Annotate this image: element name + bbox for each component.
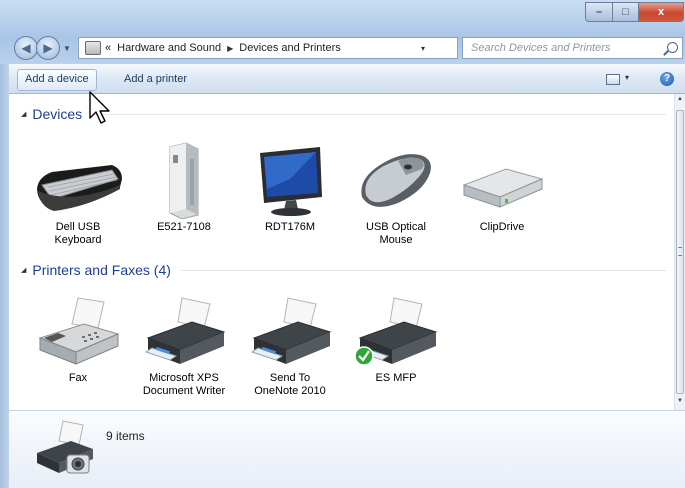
minimize-button[interactable]: – [585,2,613,22]
tower-pc-icon [169,142,199,219]
device-label: E521-7108 [157,221,211,233]
device-tile-monitor[interactable]: RDT176M [244,139,336,234]
keyboard-icon [37,165,122,211]
device-label: USB Optical Mouse [366,221,426,246]
search-icon[interactable] [667,42,678,53]
printer-label: Fax [68,372,88,384]
forward-button[interactable]: ▶ [36,36,60,60]
printer-label: Send To OneNote 2010 [254,372,326,397]
vertical-scrollbar[interactable]: ▲ ▼ [674,94,685,410]
details-pane: 9 items [9,410,685,488]
scroll-up-arrow-icon[interactable]: ▲ [676,96,684,106]
breadcrumb-separator-icon[interactable]: ▶ [227,44,233,53]
collapse-triangle-icon[interactable]: ◢ [21,110,26,118]
change-view-icon[interactable] [606,74,620,85]
group-title-printers: Printers and Faxes (4) [32,262,171,278]
device-tile-clipdrive[interactable]: ClipDrive [456,139,548,234]
default-check-icon [354,346,374,366]
search-placeholder[interactable]: Search Devices and Printers [463,42,610,54]
group-header-printers[interactable]: ◢ Printers and Faxes (4) [9,260,666,280]
group-title-devices: Devices [32,106,83,122]
printer-label: Microsoft XPS Document Writer [142,372,226,397]
monitor-icon [260,147,322,216]
printer-tile-xps[interactable]: Microsoft XPS Document Writer [138,294,230,398]
printer-tile-default[interactable]: ES MFP [350,294,442,385]
devices-and-printers-icon [37,420,93,474]
recent-pages-dropdown[interactable]: ▼ [63,44,71,53]
device-label: RDT176M [264,221,316,233]
group-divider [180,269,666,271]
device-tile-mouse[interactable]: USB Optical Mouse [350,139,442,247]
device-tile-keyboard[interactable]: Dell USB Keyboard [32,139,124,247]
view-dropdown-icon[interactable]: ▾ [625,73,629,82]
control-panel-icon [85,41,101,55]
redaction-block [353,388,447,404]
address-dropdown-icon[interactable]: ▾ [421,44,425,53]
address-chevron[interactable]: « [105,42,111,54]
printer-tile-onenote[interactable]: Send To OneNote 2010 [244,294,336,398]
breadcrumb-devices-and-printers[interactable]: Devices and Printers [239,42,341,54]
window-frame-left [0,64,9,488]
devices-list-view: ◢ Devices Dell USB Keyboard E521-7108 RD… [9,94,674,410]
printer-icon [144,297,226,364]
mouse-icon [361,154,431,207]
help-button[interactable]: ? [660,72,674,86]
address-bar[interactable]: « Hardware and Sound ▶ Devices and Print… [78,37,529,59]
back-button[interactable]: ◀ [14,36,38,60]
close-button[interactable]: x [639,2,684,22]
scrollbar-grip-icon [678,247,682,256]
device-label: Dell USB Keyboard [54,221,102,246]
printer-label: ES MFP [375,372,417,384]
printer-icon [250,297,332,364]
add-printer-button[interactable]: Add a printer [117,69,194,89]
default-printer-icon [354,297,438,366]
breadcrumb-hardware-and-sound[interactable]: Hardware and Sound [117,42,221,54]
device-tile-computer[interactable]: E521-7108 [138,139,230,234]
scrollbar-thumb[interactable] [676,110,684,394]
devices-and-printers-window: – □ x ◀ ▶ ▼ « Hardware and Sound ▶ Devic… [0,0,685,488]
printer-tile-fax[interactable]: Fax [32,294,124,385]
collapse-triangle-icon[interactable]: ◢ [21,266,26,274]
add-device-button[interactable]: Add a device [17,69,97,91]
search-box[interactable]: Search Devices and Printers [462,37,683,59]
fax-icon [38,297,120,365]
navigation-buttons: ◀ ▶ ▼ [14,36,71,60]
item-count: 9 items [106,429,145,443]
drive-icon [462,168,544,208]
caption-buttons: – □ x [585,2,684,22]
maximize-button[interactable]: □ [613,2,639,22]
scroll-down-arrow-icon[interactable]: ▼ [676,398,684,408]
mouse-pointer-icon [89,91,110,124]
group-divider [92,113,666,115]
device-label: ClipDrive [479,221,525,233]
